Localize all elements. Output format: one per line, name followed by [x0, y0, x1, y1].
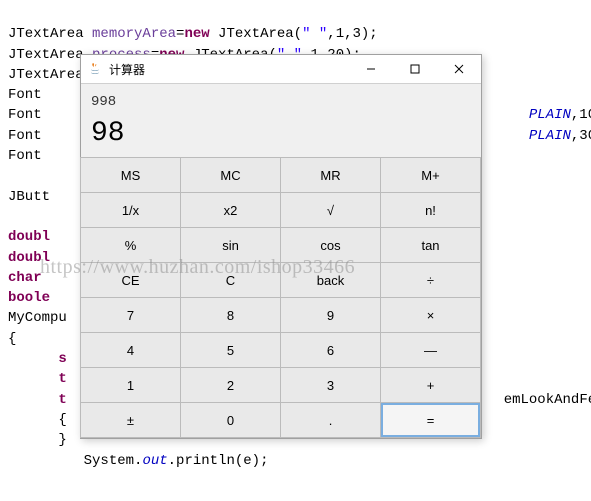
- reciprocal-button[interactable]: 1/x: [80, 192, 181, 228]
- digit-5-button[interactable]: 5: [180, 332, 281, 368]
- digit-7-button[interactable]: 7: [80, 297, 181, 333]
- digit-3-button[interactable]: 3: [280, 367, 381, 403]
- multiply-button[interactable]: ×: [380, 297, 481, 333]
- cos-button[interactable]: cos: [280, 227, 381, 263]
- close-button[interactable]: [437, 55, 481, 83]
- titlebar[interactable]: 计算器: [81, 55, 481, 84]
- divide-button[interactable]: ÷: [380, 262, 481, 298]
- digit-8-button[interactable]: 8: [180, 297, 281, 333]
- digit-1-button[interactable]: 1: [80, 367, 181, 403]
- square-button[interactable]: x2: [180, 192, 281, 228]
- factorial-button[interactable]: n!: [380, 192, 481, 228]
- window-title: 计算器: [109, 61, 349, 78]
- digit-4-button[interactable]: 4: [80, 332, 181, 368]
- result-display: 98: [81, 116, 481, 157]
- percent-button[interactable]: %: [80, 227, 181, 263]
- equals-button[interactable]: =: [380, 402, 481, 438]
- decimal-button[interactable]: .: [280, 402, 381, 438]
- digit-0-button[interactable]: 0: [180, 402, 281, 438]
- mem-store-button[interactable]: MS: [80, 157, 181, 193]
- maximize-button[interactable]: [393, 55, 437, 83]
- sin-button[interactable]: sin: [180, 227, 281, 263]
- clear-entry-button[interactable]: CE: [80, 262, 181, 298]
- clear-button[interactable]: C: [180, 262, 281, 298]
- mem-clear-button[interactable]: MC: [180, 157, 281, 193]
- java-icon: [87, 61, 103, 77]
- mem-recall-button[interactable]: MR: [280, 157, 381, 193]
- digit-6-button[interactable]: 6: [280, 332, 381, 368]
- tan-button[interactable]: tan: [380, 227, 481, 263]
- sqrt-button[interactable]: √: [280, 192, 381, 228]
- button-grid: MSMCMRM+ 1/xx2√n!%sincostan CECback÷ 789× 45…: [81, 157, 481, 438]
- mem-add-button[interactable]: M+: [380, 157, 481, 193]
- minus-button[interactable]: —: [380, 332, 481, 368]
- plus-button[interactable]: +: [380, 367, 481, 403]
- digit-9-button[interactable]: 9: [280, 297, 381, 333]
- digit-2-button[interactable]: 2: [180, 367, 281, 403]
- calculator-window: 计算器 998 98 MSMCMRM+ 1/xx2√n!%sincostan CEC…: [80, 54, 482, 439]
- memory-display: 998: [81, 84, 481, 116]
- negate-button[interactable]: ±: [80, 402, 181, 438]
- minimize-button[interactable]: [349, 55, 393, 83]
- backspace-button[interactable]: back: [280, 262, 381, 298]
